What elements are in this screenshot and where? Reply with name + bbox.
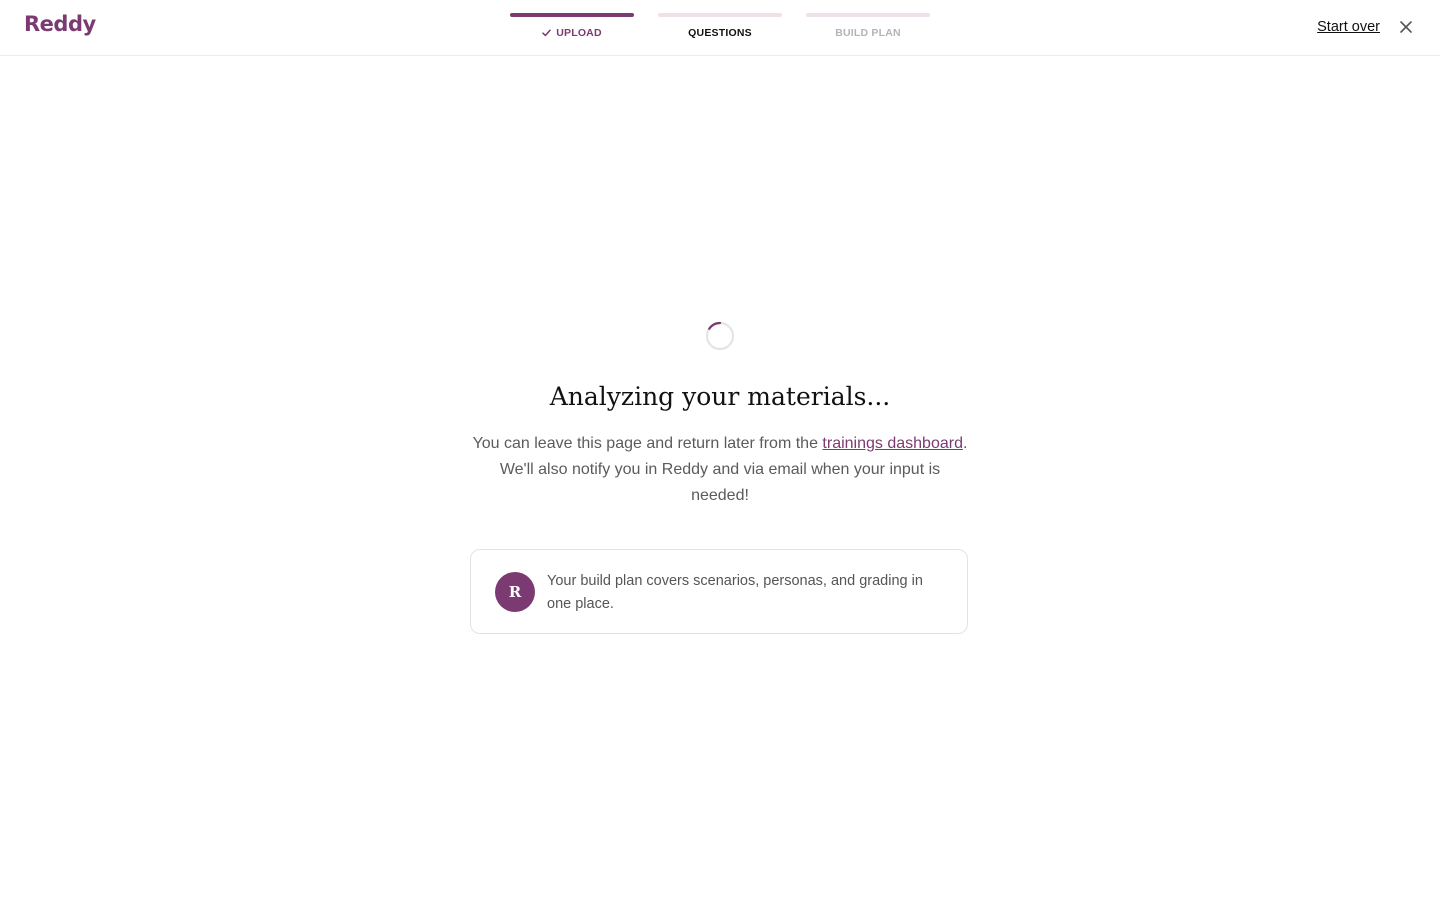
loading-description: You can leave this page and return later…: [470, 431, 970, 509]
step-build-plan-label: BUILD PLAN: [835, 27, 901, 39]
step-upload-label-row: UPLOAD: [510, 27, 634, 39]
tip-text: Your build plan covers scenarios, person…: [547, 573, 923, 612]
top-bar: Reddy UPLOAD QUESTIONS BUILD PLAN Start …: [0, 0, 1440, 56]
start-over-link[interactable]: Start over: [1317, 19, 1380, 35]
description-part-1: You can leave this page and return later…: [472, 435, 823, 452]
step-build-plan: BUILD PLAN: [806, 13, 930, 39]
step-build-plan-label-row: BUILD PLAN: [806, 27, 930, 39]
tip-card: R Your build plan covers scenarios, pers…: [470, 549, 968, 634]
reddy-logo[interactable]: Reddy: [24, 12, 96, 36]
progress-stepper: UPLOAD QUESTIONS BUILD PLAN: [510, 13, 930, 39]
step-questions-label-row: QUESTIONS: [658, 27, 782, 39]
loading-spinner-icon: [705, 321, 735, 351]
step-questions-bar: [658, 13, 782, 17]
step-build-plan-bar: [806, 13, 930, 17]
page-title: Analyzing your materials...: [549, 382, 891, 411]
check-icon: [542, 29, 551, 37]
trainings-dashboard-link[interactable]: trainings dashboard: [822, 435, 963, 452]
step-upload-label: UPLOAD: [556, 27, 602, 39]
step-upload-bar: [510, 13, 634, 17]
step-questions: QUESTIONS: [658, 13, 782, 39]
close-icon[interactable]: [1399, 20, 1413, 34]
reddy-avatar: R: [495, 572, 535, 612]
step-upload: UPLOAD: [510, 13, 634, 39]
step-questions-label: QUESTIONS: [688, 27, 752, 39]
